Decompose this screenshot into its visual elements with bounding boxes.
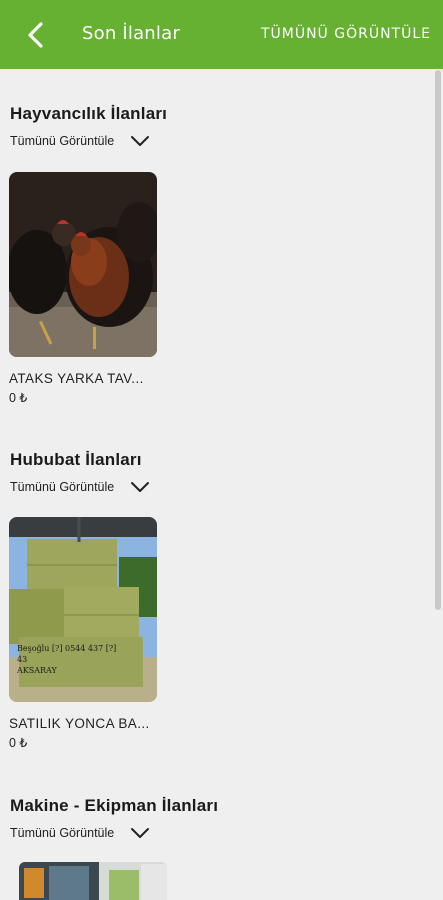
back-arrow-icon	[28, 22, 43, 48]
listing-price: 0 ₺	[9, 391, 28, 405]
back-button[interactable]	[20, 18, 50, 52]
app-bar: Son İlanlar TÜMÜNÜ GÖRÜNTÜLE	[0, 0, 443, 69]
view-all-button[interactable]: TÜMÜNÜ GÖRÜNTÜLE	[261, 26, 431, 42]
section-title: Hayvancılık İlanları	[10, 104, 168, 123]
listing-card[interactable]: ATAKS YARKA TAV... 0 ₺	[9, 172, 157, 405]
listing-title: SATILIK YONCA BA...	[9, 716, 150, 731]
listing-image: Beşoğlu [?] 0544 437 [?] 43 AKSARAY	[9, 517, 157, 702]
chevron-down-icon	[131, 482, 150, 492]
section-view-all-label: Tümünü Görüntüle	[10, 826, 115, 840]
listing-image	[9, 172, 157, 357]
listing-title: ATAKS YARKA TAV...	[9, 371, 144, 386]
section-livestock: Hayvancılık İlanları Tümünü Görüntüle	[10, 104, 430, 148]
listing-image[interactable]	[19, 862, 167, 900]
listing-card[interactable]: Beşoğlu [?] 0544 437 [?] 43 AKSARAY SATI…	[9, 517, 157, 750]
page-title: Son İlanlar	[82, 23, 180, 44]
listing-price: 0 ₺	[9, 736, 28, 750]
section-view-all-dropdown[interactable]: Tümünü Görüntüle	[10, 480, 180, 494]
section-view-all-label: Tümünü Görüntüle	[10, 480, 115, 494]
section-view-all-dropdown[interactable]: Tümünü Görüntüle	[10, 134, 180, 148]
section-grains: Hububat İlanları Tümünü Görüntüle	[10, 450, 430, 494]
image-caption-line: Beşoğlu [?] 0544 437 [?]	[17, 644, 117, 653]
section-view-all-dropdown[interactable]: Tümünü Görüntüle	[10, 826, 180, 840]
image-caption-line: AKSARAY	[17, 666, 57, 675]
scrollbar[interactable]	[435, 70, 441, 610]
section-title: Makine - Ekipman İlanları	[10, 796, 219, 815]
section-title: Hububat İlanları	[10, 450, 142, 469]
section-machinery: Makine - Ekipman İlanları Tümünü Görüntü…	[10, 796, 430, 840]
image-caption-line: 43	[17, 655, 28, 664]
chevron-down-icon	[131, 136, 150, 146]
chevron-down-icon	[131, 828, 150, 838]
section-view-all-label: Tümünü Görüntüle	[10, 134, 115, 148]
